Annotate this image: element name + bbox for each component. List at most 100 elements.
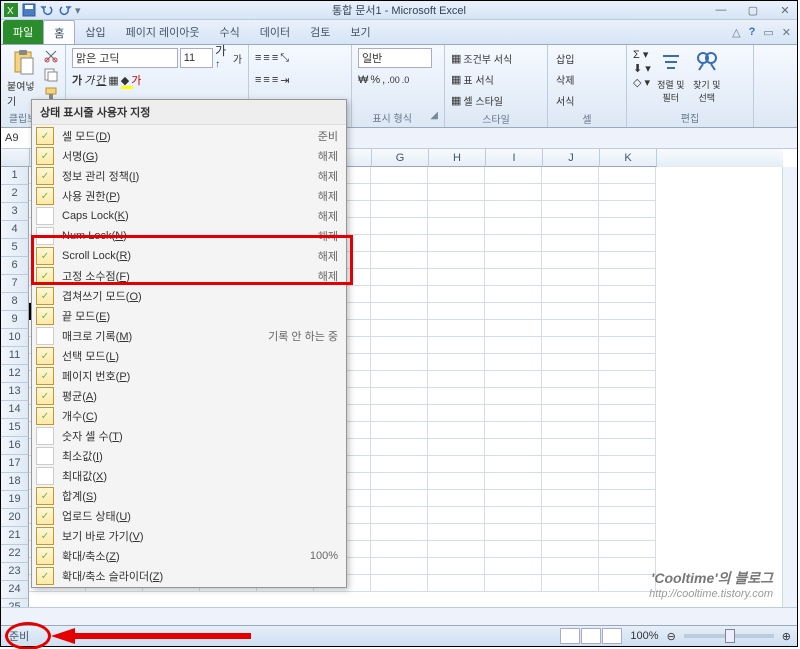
decrease-decimal-icon[interactable]: .0 xyxy=(402,75,410,85)
cell[interactable] xyxy=(542,439,599,456)
zoom-out-icon[interactable]: ⊖ xyxy=(667,630,676,643)
cell[interactable] xyxy=(599,269,656,286)
context-menu-item[interactable]: ✓확대/축소(Z)100% xyxy=(32,546,346,566)
cell[interactable] xyxy=(599,541,656,558)
cell[interactable] xyxy=(371,456,428,473)
cell[interactable] xyxy=(485,303,542,320)
cell[interactable] xyxy=(542,473,599,490)
context-menu-item[interactable]: ✓개수(C) xyxy=(32,406,346,426)
cellstyle-label[interactable]: 셀 스타일 xyxy=(463,93,503,108)
row-header[interactable]: 14 xyxy=(1,401,29,419)
align-left-icon[interactable]: ≡ xyxy=(255,74,261,86)
cell[interactable] xyxy=(542,456,599,473)
row-header[interactable]: 10 xyxy=(1,329,29,347)
row-header[interactable]: 23 xyxy=(1,563,29,581)
cell[interactable] xyxy=(371,167,428,184)
fill-color-icon[interactable]: ◆ xyxy=(121,74,129,87)
context-menu-item[interactable]: ✓정보 관리 정책(I)해제 xyxy=(32,166,346,186)
cell[interactable] xyxy=(428,507,485,524)
align-right-icon[interactable]: ≡ xyxy=(272,74,278,86)
cell[interactable] xyxy=(485,490,542,507)
cell[interactable] xyxy=(542,524,599,541)
cell[interactable] xyxy=(371,337,428,354)
row-header[interactable]: 21 xyxy=(1,527,29,545)
cell[interactable] xyxy=(485,167,542,184)
cell[interactable] xyxy=(485,235,542,252)
cell[interactable] xyxy=(485,473,542,490)
help-icon[interactable]: ? xyxy=(749,26,756,38)
cell[interactable] xyxy=(371,422,428,439)
cell[interactable] xyxy=(542,218,599,235)
cell[interactable] xyxy=(428,473,485,490)
row-header[interactable]: 24 xyxy=(1,581,29,599)
cell[interactable] xyxy=(542,320,599,337)
cell[interactable] xyxy=(542,575,599,592)
zoom-slider[interactable] xyxy=(684,634,774,638)
cell[interactable] xyxy=(599,303,656,320)
cell[interactable] xyxy=(371,490,428,507)
row-header[interactable]: 7 xyxy=(1,275,29,293)
save-icon[interactable] xyxy=(21,2,37,18)
maximize-button[interactable]: ▢ xyxy=(743,4,763,17)
cell[interactable] xyxy=(428,303,485,320)
cell[interactable] xyxy=(599,184,656,201)
row-header[interactable]: 8 xyxy=(1,293,29,311)
context-menu-item[interactable]: ✓끝 모드(E) xyxy=(32,306,346,326)
context-menu-item[interactable]: 최소값(I) xyxy=(32,446,346,466)
context-menu-item[interactable]: ✓보기 바로 가기(V) xyxy=(32,526,346,546)
cell[interactable] xyxy=(599,235,656,252)
row-header[interactable]: 20 xyxy=(1,509,29,527)
tab-view[interactable]: 보기 xyxy=(340,20,380,44)
cell[interactable] xyxy=(599,422,656,439)
cell[interactable] xyxy=(485,575,542,592)
cell[interactable] xyxy=(485,456,542,473)
cell[interactable] xyxy=(371,524,428,541)
cell[interactable] xyxy=(371,388,428,405)
clear-icon[interactable]: ◇ ▾ xyxy=(633,76,651,89)
qat-dropdown-icon[interactable]: ▾ xyxy=(75,4,81,17)
context-menu-item[interactable]: ✓평균(A) xyxy=(32,386,346,406)
conditional-format-icon[interactable]: ▦ xyxy=(451,52,461,65)
cond-label[interactable]: 조건부 서식 xyxy=(463,51,512,66)
cell[interactable] xyxy=(485,524,542,541)
cell[interactable] xyxy=(371,218,428,235)
cell[interactable] xyxy=(599,558,656,575)
cell[interactable] xyxy=(428,456,485,473)
cell[interactable] xyxy=(599,507,656,524)
row-header[interactable]: 13 xyxy=(1,383,29,401)
cell[interactable] xyxy=(485,354,542,371)
cell[interactable] xyxy=(371,439,428,456)
cell[interactable] xyxy=(485,286,542,303)
cell[interactable] xyxy=(428,218,485,235)
cell[interactable] xyxy=(485,422,542,439)
cell[interactable] xyxy=(485,252,542,269)
context-menu-item[interactable]: ✓서명(G)해제 xyxy=(32,146,346,166)
cell[interactable] xyxy=(428,337,485,354)
cell[interactable] xyxy=(485,201,542,218)
comma-icon[interactable]: , xyxy=(382,74,385,86)
context-menu-item[interactable]: ✓페이지 번호(P) xyxy=(32,366,346,386)
cell[interactable] xyxy=(371,269,428,286)
cell[interactable] xyxy=(542,337,599,354)
page-layout-view-icon[interactable] xyxy=(581,628,601,644)
decrease-font-icon[interactable]: 가 xyxy=(233,51,242,66)
cell[interactable] xyxy=(599,575,656,592)
row-header[interactable]: 18 xyxy=(1,473,29,491)
cell[interactable] xyxy=(428,286,485,303)
page-break-view-icon[interactable] xyxy=(602,628,622,644)
cell[interactable] xyxy=(371,201,428,218)
cell[interactable] xyxy=(428,558,485,575)
close-button[interactable]: ✕ xyxy=(775,4,795,17)
cell[interactable] xyxy=(542,371,599,388)
sheet-tab-bar[interactable] xyxy=(1,607,797,626)
cell[interactable] xyxy=(542,286,599,303)
cell[interactable] xyxy=(542,541,599,558)
context-menu-item[interactable]: Num Lock(N)해제 xyxy=(32,226,346,246)
table-format-icon[interactable]: ▦ xyxy=(451,73,461,86)
context-menu-item[interactable]: ✓업로드 상태(U) xyxy=(32,506,346,526)
cell[interactable] xyxy=(371,405,428,422)
cell[interactable] xyxy=(485,388,542,405)
cell[interactable] xyxy=(542,507,599,524)
minimize-ribbon-icon[interactable]: △ xyxy=(732,26,740,39)
percent-icon[interactable]: % xyxy=(370,74,380,86)
